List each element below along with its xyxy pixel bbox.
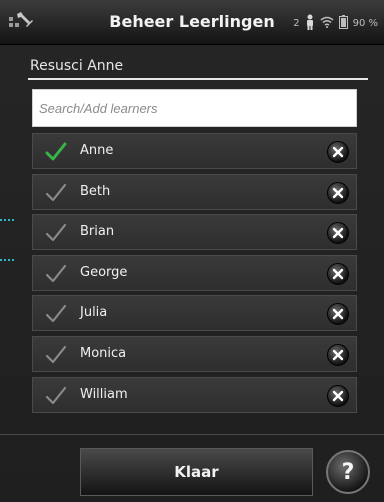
checkmark-icon[interactable] (45, 223, 67, 243)
learner-name: Julia (80, 305, 108, 321)
learner-name: Anne (80, 143, 114, 158)
divider (28, 78, 368, 80)
battery-icon (338, 15, 348, 32)
checkmark-icon[interactable] (45, 142, 67, 162)
remove-icon[interactable] (327, 303, 349, 326)
learner-name: George (80, 264, 128, 280)
person-icon (305, 14, 315, 33)
list-item[interactable]: Monica (32, 335, 357, 372)
learner-name: Brian (80, 224, 115, 240)
remove-icon[interactable] (327, 222, 349, 245)
list-item[interactable]: George (32, 254, 357, 291)
screen: Beheer Leerlingen 2 90 % Resusci Anne Se… (0, 0, 384, 502)
remove-icon[interactable] (327, 262, 349, 285)
remove-icon[interactable] (327, 141, 349, 163)
wifi-icon (320, 16, 334, 31)
learner-name: Monica (80, 345, 127, 361)
remove-icon[interactable] (327, 384, 349, 407)
search-input[interactable] (32, 89, 357, 127)
list-item[interactable]: William (32, 376, 357, 413)
learner-list: Anne Beth Brian George Julia Monica Will… (32, 133, 357, 417)
learner-name: William (80, 386, 128, 402)
checkmark-icon[interactable] (45, 304, 67, 324)
manikin-name: Resusci Anne (30, 58, 124, 74)
help-button[interactable]: ? (326, 450, 370, 494)
list-item[interactable]: Julia (32, 295, 357, 332)
status-bar: 2 90 % (293, 14, 378, 33)
callout-connector (0, 219, 14, 221)
divider (0, 434, 384, 435)
learner-name: Beth (80, 183, 111, 199)
done-button[interactable]: Klaar (80, 448, 313, 496)
callout-connector (0, 259, 14, 261)
list-item[interactable]: Anne (32, 133, 357, 169)
top-bar: Beheer Leerlingen 2 90 % (0, 0, 384, 45)
remove-icon[interactable] (327, 343, 349, 366)
checkmark-icon[interactable] (45, 345, 67, 365)
device-counter: 2 (293, 18, 300, 29)
checkmark-icon[interactable] (45, 386, 67, 406)
list-item[interactable]: Beth (32, 173, 357, 210)
list-item[interactable]: Brian (32, 214, 357, 251)
checkmark-icon[interactable] (45, 264, 67, 284)
battery-level: 90 % (352, 18, 378, 29)
checkmark-icon[interactable] (45, 183, 67, 203)
remove-icon[interactable] (327, 181, 349, 204)
